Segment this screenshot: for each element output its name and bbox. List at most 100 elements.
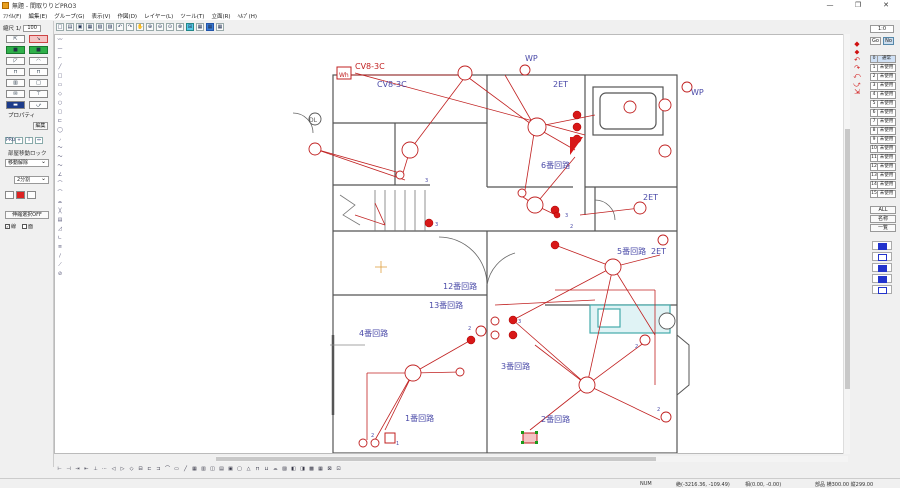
dimension-tool[interactable]: ⊤ bbox=[29, 90, 48, 98]
bottom-tool[interactable]: ◁ bbox=[110, 466, 117, 473]
layer-row[interactable]: 10 未使用 bbox=[870, 145, 896, 153]
fill-style-empty[interactable] bbox=[872, 285, 892, 294]
bottom-tool[interactable]: ▣ bbox=[227, 466, 234, 473]
minimize-button[interactable]: — bbox=[816, 0, 844, 11]
horizontal-scrollbar[interactable] bbox=[216, 456, 848, 462]
bottom-tool[interactable]: ◫ bbox=[209, 466, 216, 473]
print-button[interactable]: ▨ bbox=[106, 22, 114, 31]
bottom-tool[interactable]: ⊢ bbox=[56, 466, 63, 473]
maximize-button[interactable]: ❐ bbox=[844, 0, 872, 11]
new-file-button[interactable]: □ bbox=[56, 22, 64, 31]
shape-tool[interactable]: ⌓ bbox=[56, 198, 64, 207]
layer-row[interactable]: 4 未使用 bbox=[870, 91, 896, 99]
view-grid-button[interactable]: ⊞ bbox=[186, 22, 194, 31]
bottom-tool[interactable]: ◧ bbox=[290, 466, 297, 473]
layer-row[interactable]: 1 未使用 bbox=[870, 64, 896, 72]
bottom-tool[interactable]: ⊐ bbox=[155, 466, 162, 473]
shape-tool[interactable]: ▤ bbox=[56, 216, 64, 225]
shape-tool[interactable]: ◞ bbox=[56, 135, 64, 144]
close-button[interactable]: ✕ bbox=[872, 0, 900, 11]
layer-row[interactable]: 9 未使用 bbox=[870, 136, 896, 144]
nudge-diamond-icon[interactable]: ◆ bbox=[852, 40, 862, 48]
bottom-tool[interactable]: ⊡ bbox=[335, 466, 342, 473]
wall-tool[interactable]: ◸ bbox=[6, 57, 25, 65]
move-mode-select[interactable]: 移動解除 bbox=[5, 159, 49, 167]
bottom-tool[interactable]: ▤ bbox=[218, 466, 225, 473]
save-button[interactable]: ▣ bbox=[76, 22, 84, 31]
bottom-tool[interactable]: ⌓ bbox=[272, 466, 279, 473]
go-button[interactable]: Go bbox=[870, 37, 881, 45]
bottom-tool[interactable]: △ bbox=[245, 466, 252, 473]
shape-tool[interactable]: 〜 bbox=[56, 144, 64, 153]
bottom-tool[interactable]: ◨ bbox=[299, 466, 306, 473]
bottom-tool[interactable]: ▭ bbox=[173, 466, 180, 473]
shape-tool[interactable]: ╳ bbox=[56, 207, 64, 216]
bottom-tool[interactable]: ⊥ bbox=[92, 466, 99, 473]
print-preview-button[interactable]: ▦ bbox=[86, 22, 94, 31]
layer-row[interactable]: 12 未使用 bbox=[870, 163, 896, 171]
split-select[interactable]: 2分割 bbox=[14, 176, 49, 184]
zoom-in-button[interactable]: ⊕ bbox=[146, 22, 154, 31]
bottom-tool[interactable]: ▷ bbox=[119, 466, 126, 473]
menu-elevation[interactable]: 立面(R) bbox=[211, 12, 230, 20]
face-checkbox[interactable]: 面 bbox=[22, 223, 33, 230]
export-button[interactable]: ▧ bbox=[96, 22, 104, 31]
bottom-tool[interactable]: ⊠ bbox=[326, 466, 333, 473]
menu-help[interactable]: ﾍﾙﾌﾟ(H) bbox=[238, 12, 257, 20]
layer-row[interactable]: 13 未使用 bbox=[870, 172, 896, 180]
bottom-tool[interactable]: ▨ bbox=[281, 466, 288, 473]
select-tool[interactable]: ⇱ bbox=[6, 35, 25, 43]
shape-tool[interactable]: ∟ bbox=[56, 234, 64, 243]
rotate-left-icon[interactable]: ↶ bbox=[852, 56, 862, 64]
shape-tool[interactable]: 〜 bbox=[56, 162, 64, 171]
shape-tool[interactable]: ◯ bbox=[56, 126, 64, 135]
fill-style-outline[interactable] bbox=[872, 252, 892, 261]
stairs-tool[interactable]: ▥ bbox=[6, 79, 25, 87]
door-tool[interactable]: ⊓ bbox=[6, 68, 25, 76]
bottom-tool[interactable]: ⋯ bbox=[101, 466, 108, 473]
shape-tool[interactable]: ∕ bbox=[56, 252, 64, 261]
vertical-scrollbar[interactable] bbox=[843, 34, 850, 454]
layer-ratio-field[interactable]: 1:0 bbox=[870, 25, 894, 33]
shape-tool[interactable]: ▭ bbox=[56, 81, 64, 90]
undo-button[interactable]: ↶ bbox=[116, 22, 124, 31]
layer-list-button[interactable]: 一覧 bbox=[870, 224, 896, 232]
bottom-tool[interactable]: ⊏ bbox=[146, 466, 153, 473]
shape-tool[interactable]: ⊘ bbox=[56, 270, 64, 279]
vertical-scroll-thumb[interactable] bbox=[845, 129, 850, 389]
open-file-button[interactable]: ▤ bbox=[66, 22, 74, 31]
layer-name-button[interactable]: 名称 bbox=[870, 215, 896, 223]
scale-input[interactable]: 100 bbox=[23, 24, 42, 32]
bottom-tool[interactable]: ╱ bbox=[182, 466, 189, 473]
shape-tool[interactable]: ○ bbox=[56, 99, 64, 108]
pointer-tool[interactable]: ↘ bbox=[29, 35, 48, 43]
zoom-out-button[interactable]: ⊖ bbox=[156, 22, 164, 31]
menu-draw[interactable]: 作図(D) bbox=[118, 12, 138, 20]
shape-tool[interactable]: ⟋ bbox=[56, 261, 64, 270]
pro-snap-button[interactable]: PRO bbox=[5, 137, 15, 144]
layer-row[interactable]: 2 未使用 bbox=[870, 73, 896, 81]
bottom-tool[interactable]: ⊟ bbox=[137, 466, 144, 473]
fill-style-solid[interactable] bbox=[872, 241, 892, 250]
vertical-snap-button[interactable]: I bbox=[25, 137, 33, 144]
shape-tool[interactable]: ⌐ bbox=[56, 54, 64, 63]
menu-tools[interactable]: ツール(T) bbox=[180, 12, 204, 20]
fill-style-half[interactable] bbox=[872, 263, 892, 272]
shape-tool[interactable]: ⊏ bbox=[56, 117, 64, 126]
room-alt-tool[interactable]: ■ bbox=[29, 46, 48, 54]
layer-all-button[interactable]: ALL bbox=[870, 206, 896, 214]
pen-tool-b[interactable] bbox=[16, 191, 25, 199]
cross-snap-button[interactable]: + bbox=[15, 137, 23, 144]
rotate-tool[interactable]: ⤻ bbox=[29, 101, 48, 109]
drawing-canvas[interactable]: CV8-3C CV8-3C Wh DL WP WP 2ET 2ET 2ET 6番… bbox=[54, 34, 850, 454]
pen-tool-a[interactable] bbox=[5, 191, 14, 199]
shape-tool[interactable]: ◿ bbox=[56, 225, 64, 234]
shape-tool[interactable]: ⌒ bbox=[56, 180, 64, 189]
shape-tool[interactable]: 〜 bbox=[56, 153, 64, 162]
tape-toggle-button[interactable]: 伸縮選択OFF bbox=[5, 211, 49, 219]
image-tool[interactable]: ▬ bbox=[6, 101, 25, 109]
bottom-tool[interactable]: ▢ bbox=[236, 466, 243, 473]
layer-row[interactable]: 7 未使用 bbox=[870, 118, 896, 126]
pen-tool-c[interactable] bbox=[27, 191, 36, 199]
bottom-tool[interactable]: ⇤ bbox=[83, 466, 90, 473]
